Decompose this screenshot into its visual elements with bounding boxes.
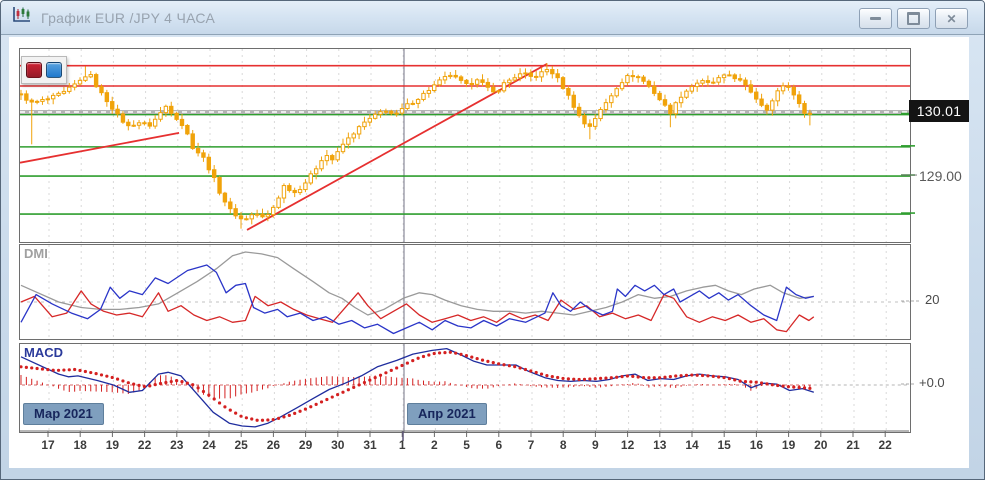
restore-button[interactable]	[897, 8, 930, 29]
blue-marker-button[interactable]	[46, 62, 62, 78]
close-button[interactable]: ✕	[935, 8, 968, 29]
x-axis-label: 22	[130, 438, 160, 452]
x-axis-label: 20	[806, 438, 836, 452]
x-axis-label: 24	[194, 438, 224, 452]
minimize-icon	[870, 17, 881, 20]
x-axis-label: 19	[97, 438, 127, 452]
x-axis-label: 2	[419, 438, 449, 452]
price-chart-panel[interactable]	[19, 48, 911, 243]
chart-client-area: DMI MACD 130.01 129.00 20 +0.0 Мар 2021 …	[9, 37, 969, 468]
x-axis-label: 30	[323, 438, 353, 452]
x-axis-label: 22	[870, 438, 900, 452]
window-controls: ✕	[859, 8, 968, 29]
x-axis-label: 12	[613, 438, 643, 452]
restore-icon	[907, 12, 920, 25]
chart-window-icon	[11, 6, 33, 29]
x-axis-label: 16	[741, 438, 771, 452]
month-marker-apr: Апр 2021	[407, 403, 487, 425]
chart-marker-toolbar	[21, 56, 67, 84]
x-axis-label: 8	[548, 438, 578, 452]
x-axis-label: 18	[65, 438, 95, 452]
price-axis-label: 129.00	[919, 168, 962, 184]
x-axis-label: 25	[226, 438, 256, 452]
x-axis-label: 15	[709, 438, 739, 452]
x-axis-label: 9	[580, 438, 610, 452]
dmi-panel[interactable]: DMI	[19, 244, 911, 340]
x-axis-label: 21	[838, 438, 868, 452]
x-axis-label: 31	[355, 438, 385, 452]
window-title: График EUR /JPY 4 ЧАСА	[41, 10, 215, 26]
chart-window: График EUR /JPY 4 ЧАСА ✕ DMI MACD 130.01…	[0, 0, 985, 480]
x-axis-label: 26	[258, 438, 288, 452]
x-axis-label: 23	[162, 438, 192, 452]
x-axis-label: 1	[387, 438, 417, 452]
x-axis-label: 17	[33, 438, 63, 452]
x-axis-label: 13	[645, 438, 675, 452]
red-marker-button[interactable]	[26, 62, 42, 78]
dmi-axis-label: 20	[925, 292, 939, 307]
current-price-label: 130.01	[909, 100, 969, 122]
title-bar[interactable]: График EUR /JPY 4 ЧАСА ✕	[1, 1, 984, 35]
x-axis-label: 7	[516, 438, 546, 452]
x-axis-label: 14	[677, 438, 707, 452]
month-marker-mar: Мар 2021	[23, 403, 104, 425]
close-icon: ✕	[946, 13, 956, 25]
x-axis-label: 5	[452, 438, 482, 452]
x-axis-label: 29	[291, 438, 321, 452]
macd-axis-label: +0.0	[919, 375, 945, 390]
x-axis-label: 6	[484, 438, 514, 452]
minimize-button[interactable]	[859, 8, 892, 29]
x-axis-label: 19	[774, 438, 804, 452]
